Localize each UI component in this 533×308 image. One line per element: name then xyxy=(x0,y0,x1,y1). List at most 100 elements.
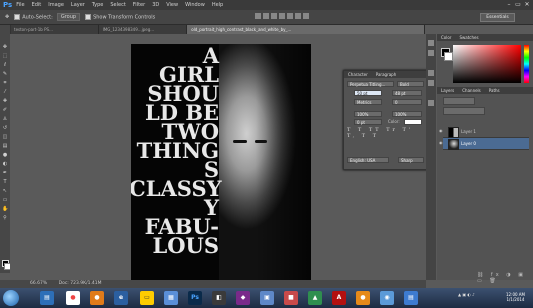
text-color-swatch[interactable] xyxy=(404,119,422,125)
app-icon[interactable]: ▤ xyxy=(404,291,418,305)
explorer-icon[interactable]: ▤ xyxy=(40,291,54,305)
crop-tool-icon[interactable]: ⌗ xyxy=(2,81,8,86)
tab-paths[interactable]: Paths xyxy=(485,87,504,94)
language-dropdown[interactable]: English: USA xyxy=(347,157,389,163)
tab-character[interactable]: Character xyxy=(344,71,372,78)
healing-tool-icon[interactable]: ✚ xyxy=(2,99,8,104)
menu-select[interactable]: Select xyxy=(110,2,125,8)
menu-layer[interactable]: Layer xyxy=(71,2,85,8)
align-right-icon[interactable] xyxy=(295,13,301,19)
antialias-dropdown[interactable]: Sharp xyxy=(398,157,424,163)
photoshop-taskbar-icon[interactable]: Ps xyxy=(188,291,202,305)
layer-row[interactable]: ◉ Layer 1 xyxy=(439,126,529,138)
layer-action-icons[interactable]: ⛓ fx ◑ ▣ ▭ 🗑 xyxy=(477,272,533,284)
lasso-tool-icon[interactable]: ℓ xyxy=(2,63,8,68)
menu-window[interactable]: Window xyxy=(185,2,205,8)
color-picker-field[interactable] xyxy=(453,45,521,83)
align-left-icon[interactable] xyxy=(279,13,285,19)
tracking-field[interactable]: 0 xyxy=(392,99,422,105)
paragraph-panel-icon[interactable] xyxy=(428,80,434,86)
transform-checkbox[interactable] xyxy=(85,13,92,20)
move-tool-icon[interactable]: ✥ xyxy=(5,14,9,20)
document-canvas[interactable]: A GIRL SHOU LD BE TWO THING S CLASSY Y F… xyxy=(131,44,311,280)
tab-swatches[interactable]: Swatches xyxy=(455,34,482,41)
type-tool-icon[interactable]: T xyxy=(2,180,8,185)
maximize-button[interactable]: ▭ xyxy=(514,1,522,9)
app-icon[interactable]: ■ xyxy=(284,291,298,305)
tab-channels[interactable]: Channels xyxy=(458,87,485,94)
menu-file[interactable]: File xyxy=(16,2,24,8)
stamp-tool-icon[interactable]: ♙ xyxy=(2,117,8,122)
app-icon[interactable]: ▣ xyxy=(260,291,274,305)
workspace-switcher[interactable]: Essentials xyxy=(480,13,515,22)
brush-tool-icon[interactable]: ✐ xyxy=(2,108,8,113)
baseline-shift-field[interactable]: 0 pt xyxy=(354,119,382,125)
acrobat-icon[interactable]: A xyxy=(332,291,346,305)
type-style-buttons[interactable]: T T TT Tr T' T, T T xyxy=(347,127,427,139)
history-panel-icon[interactable] xyxy=(428,40,434,46)
blur-tool-icon[interactable]: ● xyxy=(2,153,8,158)
app-icon[interactable]: ▦ xyxy=(164,291,178,305)
chrome-icon[interactable]: ● xyxy=(66,291,80,305)
path-select-tool-icon[interactable]: ↖ xyxy=(2,189,8,194)
kerning-field[interactable]: Metrics xyxy=(354,99,382,105)
menu-help[interactable]: Help xyxy=(212,2,223,8)
align-middle-icon[interactable] xyxy=(263,13,269,19)
align-bottom-icon[interactable] xyxy=(271,13,277,19)
app-icon[interactable]: ◉ xyxy=(380,291,394,305)
auto-select-dropdown[interactable]: Group xyxy=(56,13,81,21)
font-family-dropdown[interactable]: Perpetua Titling... xyxy=(347,81,394,87)
layer-filter-dropdown[interactable] xyxy=(443,97,475,105)
system-tray-icons[interactable]: ▲ ▣ ◐ ♪ xyxy=(458,292,475,297)
menu-view[interactable]: View xyxy=(166,2,178,8)
align-center-icon[interactable] xyxy=(287,13,293,19)
history-brush-icon[interactable]: ↺ xyxy=(2,126,8,131)
font-size-field[interactable]: 50 pt xyxy=(354,90,382,96)
quick-select-tool-icon[interactable]: ✎ xyxy=(2,72,8,77)
visibility-eye-icon[interactable]: ◉ xyxy=(439,129,443,133)
font-style-dropdown[interactable]: Bold xyxy=(397,81,424,87)
visibility-eye-icon[interactable]: ◉ xyxy=(439,141,443,145)
character-panel-icon[interactable] xyxy=(428,70,434,76)
move-tool-icon[interactable]: ✥ xyxy=(2,45,8,50)
app-icon[interactable]: ◧ xyxy=(212,291,226,305)
shape-tool-icon[interactable]: ▭ xyxy=(2,198,8,203)
app-icon[interactable]: ◆ xyxy=(236,291,250,305)
properties-panel-icon[interactable] xyxy=(428,50,434,56)
pen-tool-icon[interactable]: ✒ xyxy=(2,171,8,176)
auto-select-checkbox[interactable] xyxy=(14,13,21,20)
ie-icon[interactable]: e xyxy=(114,291,128,305)
menu-edit[interactable]: Edit xyxy=(32,2,42,8)
app-icon[interactable]: ▲ xyxy=(308,291,322,305)
leading-field[interactable]: 48 pt xyxy=(392,90,422,96)
marquee-tool-icon[interactable]: ⬚ xyxy=(2,54,8,59)
tab-layers[interactable]: Layers xyxy=(437,87,458,94)
firefox-icon[interactable]: ● xyxy=(90,291,104,305)
tab-color[interactable]: Color xyxy=(437,34,455,41)
menu-3d[interactable]: 3D xyxy=(152,2,159,8)
eyedropper-tool-icon[interactable]: ⁄ xyxy=(2,90,8,95)
hand-tool-icon[interactable]: ✋ xyxy=(2,207,8,212)
vertical-scale-field[interactable]: 100% xyxy=(354,111,382,117)
doc-tab-active[interactable]: old_portrait_high_contrast_black_and_whi… xyxy=(187,25,426,34)
clock[interactable]: 12:00 AM 1/1/2014 xyxy=(506,292,525,302)
distribute-icon[interactable] xyxy=(303,13,309,19)
start-button-icon[interactable] xyxy=(3,290,19,306)
menu-filter[interactable]: Filter xyxy=(133,2,145,8)
folder-icon[interactable]: ▭ xyxy=(140,291,154,305)
brush-panel-icon[interactable] xyxy=(428,100,434,106)
blend-mode-dropdown[interactable] xyxy=(443,107,485,115)
zoom-tool-icon[interactable]: ⚲ xyxy=(2,216,8,221)
minimize-button[interactable]: – xyxy=(505,1,513,9)
hue-slider[interactable] xyxy=(524,45,529,83)
panel-background-swatch[interactable] xyxy=(444,52,453,61)
doc-tab[interactable]: IMG_1234398349...jpeg... xyxy=(99,25,188,34)
zoom-level[interactable]: 66.67% xyxy=(30,281,47,286)
align-top-icon[interactable] xyxy=(255,13,261,19)
eraser-tool-icon[interactable]: ◫ xyxy=(2,135,8,140)
close-button[interactable]: ✕ xyxy=(523,1,531,9)
doc-tab[interactable]: teston-part-1b PS... xyxy=(10,25,99,34)
layer-row-selected[interactable]: ◉ Layer 0 xyxy=(439,138,529,150)
app-icon[interactable]: ● xyxy=(356,291,370,305)
dodge-tool-icon[interactable]: ◐ xyxy=(2,162,8,167)
